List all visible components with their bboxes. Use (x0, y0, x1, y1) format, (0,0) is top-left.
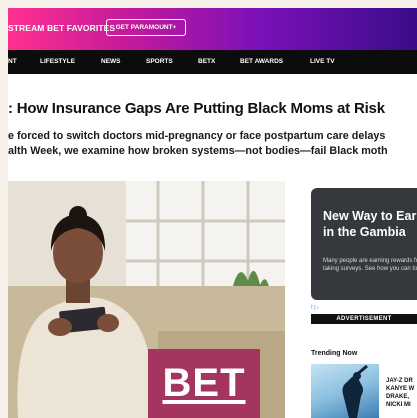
nav-item-live-tv[interactable]: LIVE TV (310, 58, 335, 65)
advertisement-label: ADVERTISEMENT (311, 314, 417, 324)
main-nav: NT LIFESTYLE NEWS SPORTS BETX BET AWARDS… (8, 50, 417, 74)
bet-logo: BET (148, 349, 260, 418)
trending-thumbnail-illustration (342, 364, 368, 418)
promo-text: STREAM BET FAVORITES (8, 23, 116, 33)
nav-item-lifestyle[interactable]: LIFESTYLE (40, 58, 75, 65)
ad-title[interactable]: New Way to Earn in the Gambia (323, 208, 417, 240)
ad-card[interactable]: New Way to Earn in the Gambia Many peopl… (311, 188, 417, 300)
ad-choices-icon[interactable]: I ▷ (311, 304, 319, 311)
trending-line: NICKI MI (386, 402, 411, 408)
trending-line: DRAKE, (386, 394, 410, 400)
nav-item-sports[interactable]: SPORTS (146, 58, 173, 65)
ad-body: Many people are earning rewards for taki… (323, 258, 417, 272)
nav-item-betx[interactable]: BETX (198, 58, 215, 65)
trending-item-text[interactable]: JAY-Z DR KANYE W DRAKE, NICKI MI (386, 377, 417, 409)
trending-title: Trending Now (311, 350, 358, 357)
article-dek-line: e forced to switch doctors mid-pregnancy… (8, 130, 386, 142)
article-dek-line: alth Week, we examine how broken systems… (8, 145, 388, 157)
trending-thumbnail[interactable] (311, 364, 379, 418)
article-dek: e forced to switch doctors mid-pregnancy… (8, 129, 417, 159)
article-headline: : How Insurance Gaps Are Putting Black M… (8, 100, 385, 117)
trending-line: KANYE W (386, 386, 415, 392)
trending-line: JAY-Z DR (386, 378, 413, 384)
page-frame: STREAM BET FAVORITES GET PARAMOUNT+ NT L… (8, 8, 417, 418)
nav-item-news[interactable]: NEWS (101, 58, 121, 65)
nav-item-bet-awards[interactable]: BET AWARDS (240, 58, 283, 65)
promo-banner: STREAM BET FAVORITES GET PARAMOUNT+ (8, 8, 417, 50)
nav-item-nt[interactable]: NT (8, 58, 17, 65)
get-paramount-button[interactable]: GET PARAMOUNT+ (106, 19, 186, 36)
bet-logo-text: BET (162, 361, 246, 405)
